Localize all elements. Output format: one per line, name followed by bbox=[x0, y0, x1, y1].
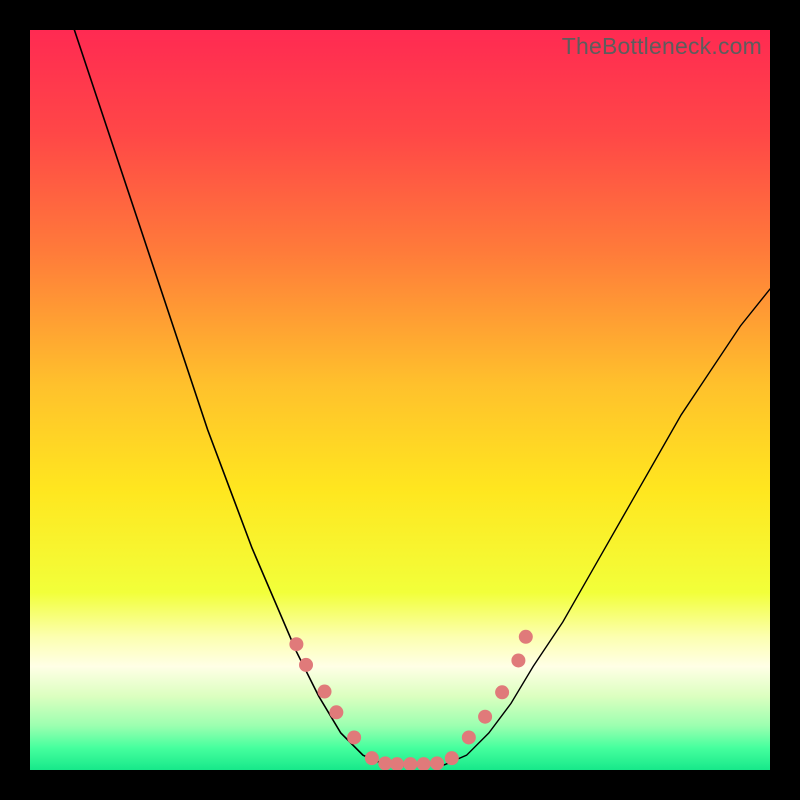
region-marker bbox=[495, 685, 509, 699]
region-marker bbox=[329, 705, 343, 719]
watermark-text: TheBottleneck.com bbox=[562, 33, 762, 60]
region-marker bbox=[430, 756, 444, 770]
region-marker bbox=[318, 685, 332, 699]
region-marker bbox=[289, 637, 303, 651]
gradient-background bbox=[30, 30, 770, 770]
region-marker bbox=[445, 751, 459, 765]
region-marker bbox=[299, 658, 313, 672]
region-marker bbox=[347, 730, 361, 744]
region-marker bbox=[365, 751, 379, 765]
region-marker bbox=[519, 630, 533, 644]
region-marker bbox=[478, 710, 492, 724]
chart-svg bbox=[30, 30, 770, 770]
chart-plot-area: TheBottleneck.com bbox=[30, 30, 770, 770]
region-marker bbox=[462, 730, 476, 744]
region-marker bbox=[511, 653, 525, 667]
